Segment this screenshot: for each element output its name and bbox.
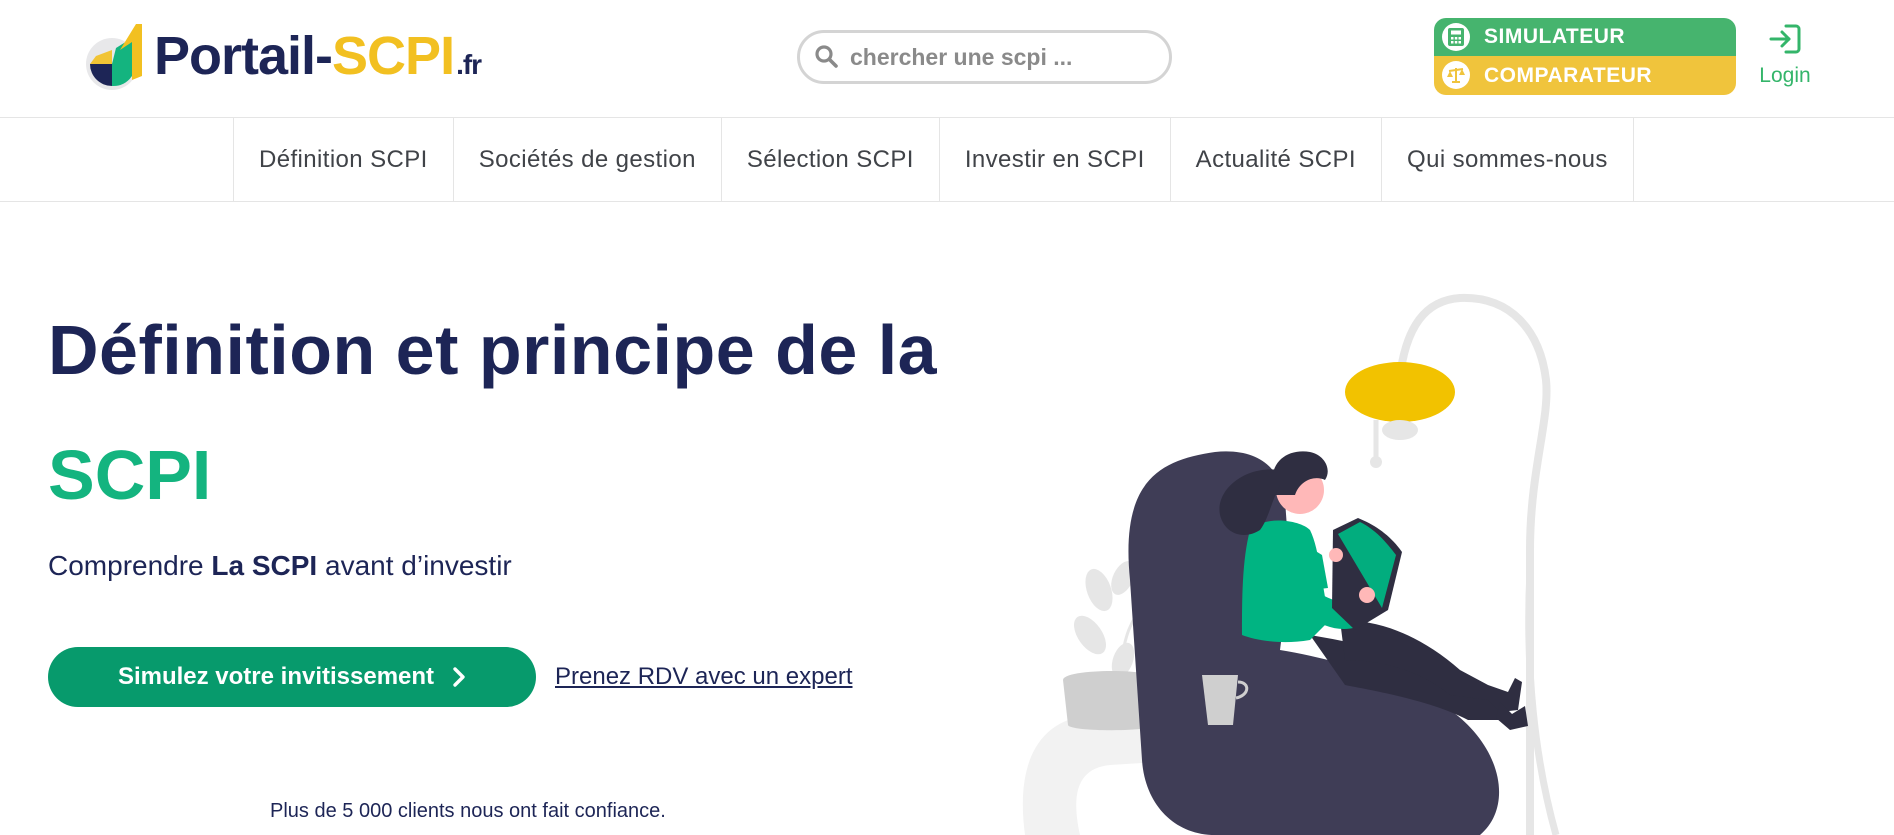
hero-subtitle-prefix: Comprendre: [48, 550, 212, 581]
cup: [1202, 675, 1238, 725]
main-nav: Définition SCPI Sociétés de gestion Séle…: [0, 117, 1894, 202]
logo-portail-text: Portail-: [154, 26, 333, 86]
search-input[interactable]: [850, 43, 1150, 71]
nav-item-selection-scpi[interactable]: Sélection SCPI: [720, 118, 939, 202]
lamp-shade: [1345, 362, 1455, 422]
comparator-button[interactable]: COMPARATEUR: [1434, 56, 1736, 95]
hero-title-accent: SCPI: [48, 436, 212, 514]
hero-subtitle: Comprendre La SCPI avant d’investir: [48, 550, 512, 582]
logo-scpi-text: SCPI: [332, 26, 455, 86]
nav-item-qui-sommes-nous[interactable]: Qui sommes-nous: [1381, 118, 1634, 202]
comparator-label: COMPARATEUR: [1484, 63, 1653, 87]
scale-icon: [1442, 61, 1470, 89]
logo-icon: [86, 24, 142, 90]
nav-list: Définition SCPI Sociétés de gestion Séle…: [233, 118, 1634, 202]
logo-wordmark: Portail- SCPI .fr: [154, 25, 482, 87]
site-logo[interactable]: Portail- SCPI .fr: [82, 20, 482, 92]
chevron-right-icon: [453, 667, 465, 687]
sign-in-icon: [1769, 24, 1801, 54]
nav-item-societes-de-gestion[interactable]: Sociétés de gestion: [452, 118, 721, 202]
search-box[interactable]: [797, 30, 1172, 84]
nav-item-actualite-scpi[interactable]: Actualité SCPI: [1169, 118, 1381, 202]
logo-fr-text: .fr: [456, 49, 482, 80]
calculator-icon: [1442, 23, 1470, 51]
nav-item-definition-scpi[interactable]: Définition SCPI: [233, 118, 453, 202]
search-icon: [815, 45, 838, 68]
tools-cta: SIMULATEUR COMPARATEUR: [1434, 18, 1736, 95]
hero-subtitle-bold: La SCPI: [211, 550, 318, 581]
simulate-investment-button[interactable]: Simulez votre invitissement: [48, 647, 536, 707]
simulate-investment-label: Simulez votre invitissement: [117, 663, 435, 690]
nav-item-investir-en-scpi[interactable]: Investir en SCPI: [938, 118, 1170, 202]
site-header: Portail- SCPI .fr chercher une scpi ... …: [0, 0, 1894, 117]
simulator-button[interactable]: SIMULATEUR: [1434, 18, 1736, 56]
trust-statement: Plus de 5 000 clients nous ont fait conf…: [270, 800, 666, 822]
login-link[interactable]: Login: [1752, 22, 1818, 88]
hero-title: Définition et principe de la: [48, 311, 938, 389]
book-expert-link[interactable]: Prenez RDV avec un expert: [555, 663, 852, 691]
simulator-label: SIMULATEUR: [1484, 25, 1626, 48]
reading-woman-illustration: [1022, 293, 1560, 835]
login-label: Login: [1759, 64, 1811, 87]
hero-subtitle-suffix: avant d’investir: [317, 550, 512, 581]
